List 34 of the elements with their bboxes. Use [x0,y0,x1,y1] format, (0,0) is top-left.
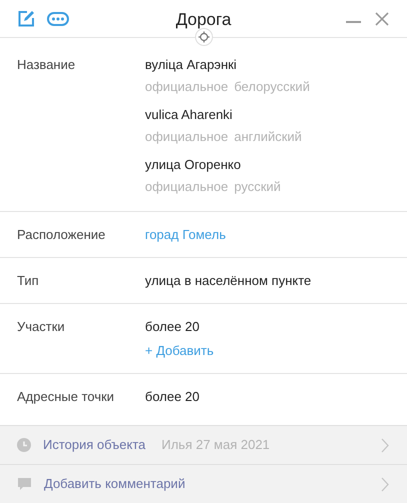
field-label: Расположение [17,226,106,243]
field-label: Участки [17,318,66,336]
name-tag: русский [234,178,281,195]
name-tag: английский [234,128,302,145]
edit-icon[interactable] [18,10,35,27]
footer-row[interactable]: Добавить комментарий [0,464,407,503]
close-icon[interactable] [375,12,389,26]
footer-label: История объекта [43,436,146,454]
name-tag: официальное [145,178,228,195]
clock-icon [17,438,31,452]
minimize-icon[interactable] [346,21,361,24]
footer-meta: Илья 27 мая 2021 [162,436,270,454]
name-value: vulica Aharenki [145,106,234,123]
field-label: Тип [17,272,40,289]
field-label: Название [17,56,76,74]
field-value: улица в населённом пункте [145,272,312,289]
field-label: Адресные точки [17,388,116,405]
name-tag: официальное [145,128,228,145]
locate-icon[interactable] [194,28,212,46]
speech-bubble-icon [17,476,32,492]
more-options-icon[interactable] [47,12,69,26]
name-tag: официальное [145,78,228,95]
name-tag: белорусский [234,78,310,95]
field-value: более 20 [145,388,200,405]
field-value: более 20 [145,318,201,335]
name-value: вуліца Агарэнкі [145,56,238,73]
window-title: Дорога [176,9,232,31]
footer-label: Добавить комментарий [44,475,186,494]
location-link[interactable]: горад Гомель [145,226,226,243]
name-value: улица Огоренко [145,156,242,173]
footer-row[interactable]: История объекта Илья 27 мая 2021 [0,425,407,464]
chevron-right-icon [381,476,389,492]
chevron-right-icon [381,438,389,452]
add-link[interactable]: + Добавить [145,342,214,359]
